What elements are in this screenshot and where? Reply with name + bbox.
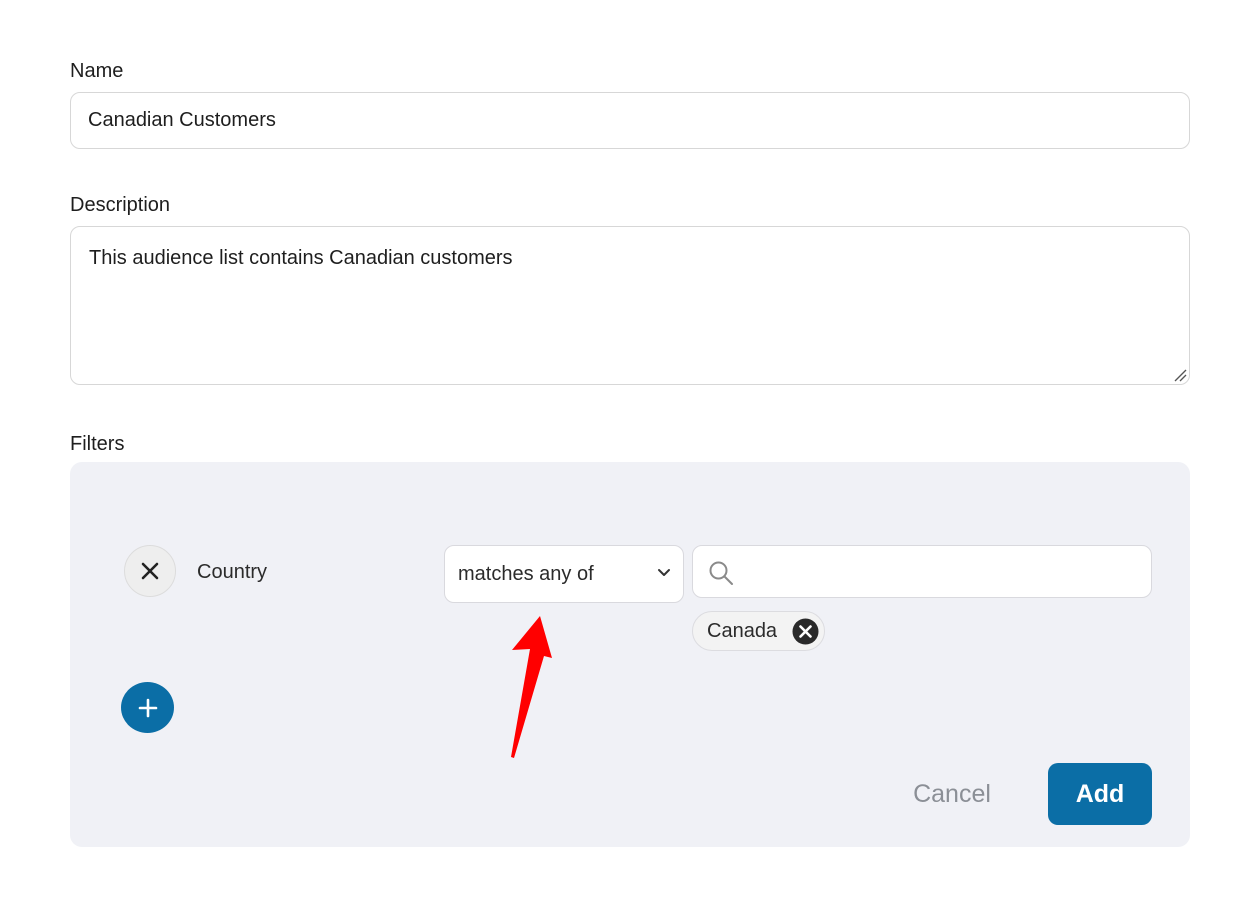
name-label: Name: [70, 60, 124, 82]
filter-field-name: Country: [197, 561, 268, 583]
add-button[interactable]: Add: [1048, 763, 1152, 825]
close-circle-icon[interactable]: [792, 618, 819, 645]
remove-filter-button[interactable]: [124, 545, 176, 597]
operator-select-value: matches any of: [458, 562, 594, 585]
filters-label: Filters: [70, 433, 125, 455]
description-label: Description: [70, 194, 171, 216]
selected-value-chip: Canada: [692, 611, 825, 651]
name-input-value: Canadian Customers: [88, 109, 276, 131]
description-value: This audience list contains Canadian cus…: [89, 247, 513, 269]
description-textarea[interactable]: This audience list contains Canadian cus…: [70, 226, 1190, 385]
name-input[interactable]: Canadian Customers: [70, 92, 1190, 149]
plus-icon: [138, 698, 157, 717]
filters-panel: Country matches any of Canada Cancel Add: [70, 462, 1190, 847]
red-arrow-icon: [511, 616, 552, 758]
search-icon: [709, 561, 733, 585]
add-filter-button[interactable]: [121, 682, 174, 733]
close-icon: [141, 562, 159, 580]
resize-handle-icon[interactable]: [1173, 368, 1187, 382]
value-search-input[interactable]: [692, 545, 1152, 598]
operator-select[interactable]: matches any of: [444, 545, 684, 603]
chevron-down-icon: [658, 569, 670, 576]
cancel-button[interactable]: Cancel: [892, 774, 1012, 814]
chip-label: Canada: [707, 619, 778, 642]
